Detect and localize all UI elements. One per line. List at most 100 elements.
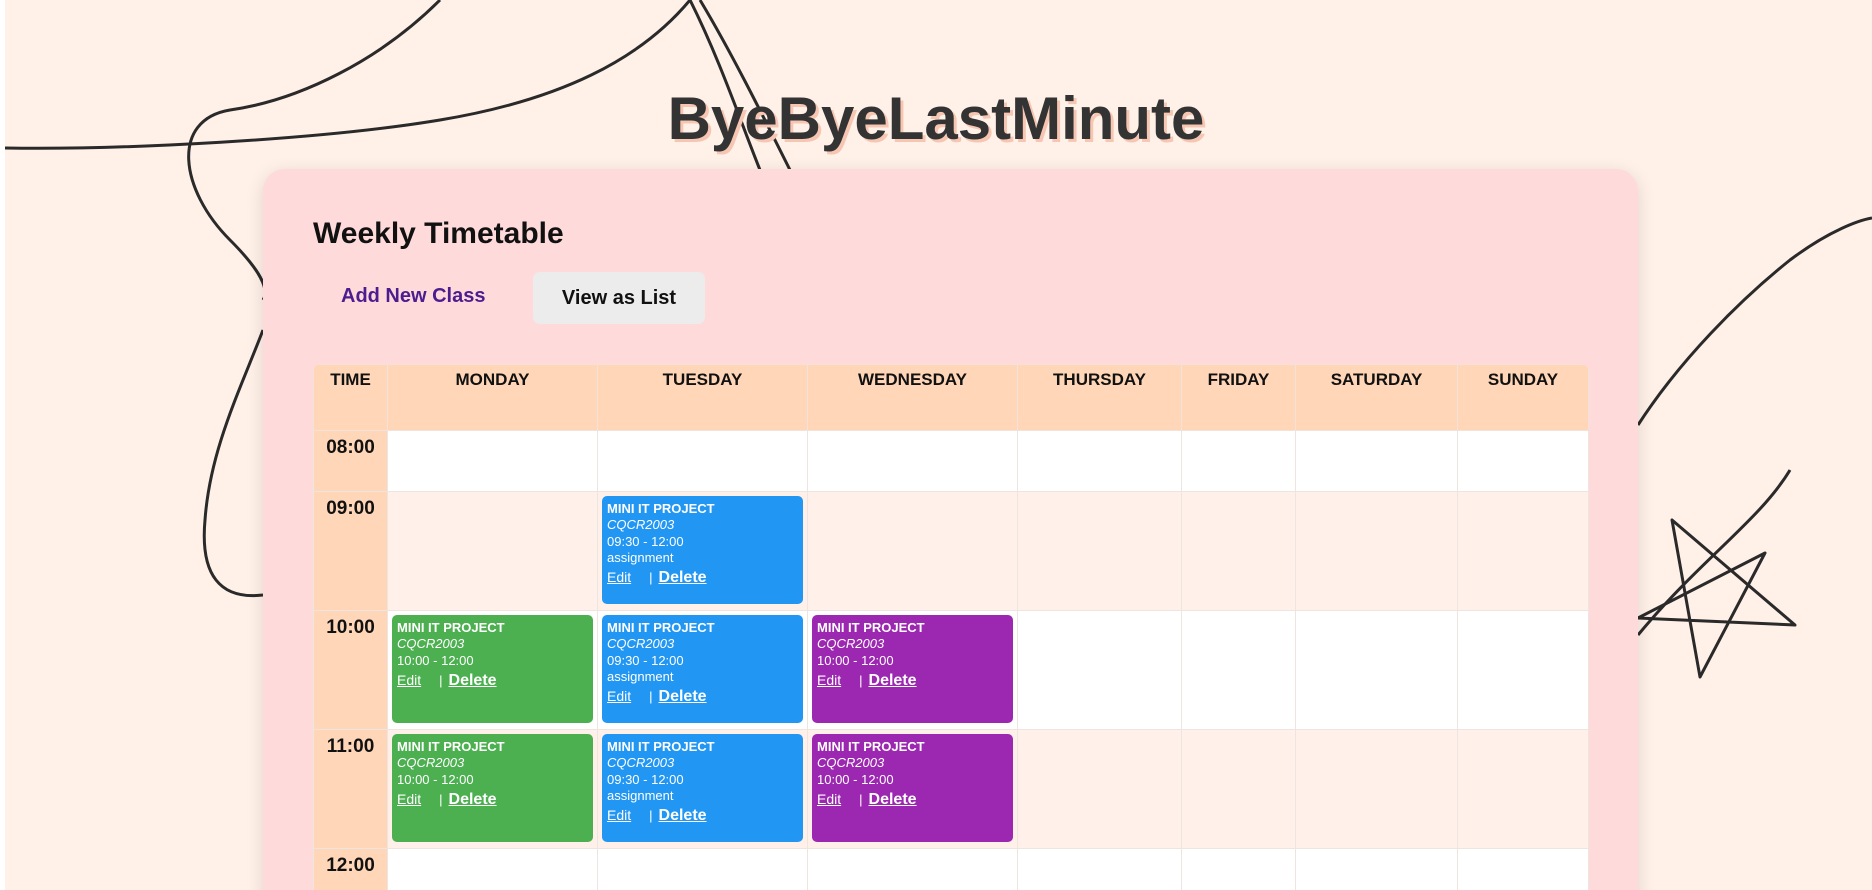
slot-cell[interactable] [597,848,808,890]
slot-cell: MINI IT PROJECT CQCR2003 10:00 - 12:00 E… [807,610,1018,730]
class-time: 09:30 - 12:00 [607,771,684,787]
slot-cell[interactable] [1017,848,1182,890]
delete-link[interactable]: Delete [449,791,497,808]
class-card[interactable]: MINI IT PROJECT CQCR2003 09:30 - 12:00 a… [602,496,803,604]
slot-cell[interactable] [1181,430,1296,492]
class-code: CQCR2003 [817,636,885,652]
edit-link[interactable]: Edit [817,791,841,807]
action-separator: | [859,672,863,688]
slot-cell[interactable] [807,848,1018,890]
class-card[interactable]: MINI IT PROJECT CQCR2003 09:30 - 12:00 a… [602,734,803,842]
row-0800: 08:00 [313,430,1589,492]
class-card[interactable]: MINI IT PROJECT CQCR2003 10:00 - 12:00 E… [812,615,1013,723]
class-name: MINI IT PROJECT [397,739,505,754]
slot-cell[interactable] [1017,610,1182,730]
class-code: CQCR2003 [397,636,465,652]
edit-link[interactable]: Edit [397,791,421,807]
class-time: 10:00 - 12:00 [397,652,474,668]
panel-title: Weekly Timetable [313,217,564,250]
time-label: 09:00 [313,491,388,611]
slot-cell: MINI IT PROJECT CQCR2003 09:30 - 12:00 a… [597,610,808,730]
add-new-class-link[interactable]: Add New Class [341,285,485,308]
slot-cell[interactable] [807,491,1018,611]
slot-cell[interactable] [387,848,598,890]
class-code: CQCR2003 [607,636,675,652]
header-sunday: SUNDAY [1457,364,1589,431]
class-note: assignment [607,549,674,565]
class-code: CQCR2003 [607,517,675,533]
time-label: 12:00 [313,848,388,890]
page: ByeByeLastMinute Weekly Timetable Add Ne… [0,0,1872,890]
slot-cell[interactable] [387,430,598,492]
view-as-list-button[interactable]: View as List [533,272,705,324]
timetable-grid: TIME MONDAY TUESDAY WEDNESDAY THURSDAY F… [313,364,1589,890]
header-time: TIME [313,364,388,431]
class-code: CQCR2003 [607,755,675,771]
slot-cell[interactable] [1295,848,1458,890]
class-name: MINI IT PROJECT [607,739,715,754]
class-time: 10:00 - 12:00 [817,771,894,787]
app-title: ByeByeLastMinute [667,85,1205,152]
delete-link[interactable]: Delete [659,569,707,586]
slot-cell: MINI IT PROJECT CQCR2003 09:30 - 12:00 a… [597,491,808,611]
edit-link[interactable]: Edit [817,672,841,688]
slot-cell[interactable] [1457,848,1589,890]
delete-link[interactable]: Delete [869,791,917,808]
slot-cell[interactable] [807,430,1018,492]
class-actions: Edit | Delete [607,806,798,826]
action-separator: | [859,791,863,807]
edit-link[interactable]: Edit [607,569,631,585]
slot-cell[interactable] [1295,430,1458,492]
row-1000: 10:00 MINI IT PROJECT CQCR2003 10:00 - 1… [313,610,1589,730]
class-card[interactable]: MINI IT PROJECT CQCR2003 10:00 - 12:00 E… [812,734,1013,842]
slot-cell[interactable] [1017,491,1182,611]
edit-link[interactable]: Edit [397,672,421,688]
slot-cell[interactable] [1457,430,1589,492]
delete-link[interactable]: Delete [659,807,707,824]
delete-link[interactable]: Delete [449,672,497,689]
slot-cell[interactable] [1295,491,1458,611]
slot-cell[interactable] [1017,729,1182,849]
header-monday: MONDAY [387,364,598,431]
header-friday: FRIDAY [1181,364,1296,431]
action-separator: | [649,808,653,823]
class-note: assignment [607,668,674,684]
slot-cell[interactable] [1181,729,1296,849]
slot-cell[interactable] [1181,491,1296,611]
class-time: 09:30 - 12:00 [607,533,684,549]
slot-cell[interactable] [1457,491,1589,611]
class-actions: Edit | Delete [397,790,588,810]
header-thursday: THURSDAY [1017,364,1182,431]
slot-cell[interactable] [597,430,808,492]
slot-cell: MINI IT PROJECT CQCR2003 10:00 - 12:00 E… [807,729,1018,849]
row-1100: 11:00 MINI IT PROJECT CQCR2003 10:00 - 1… [313,729,1589,849]
class-name: MINI IT PROJECT [607,620,715,635]
class-time: 10:00 - 12:00 [397,771,474,787]
class-actions: Edit | Delete [607,568,798,588]
edit-link[interactable]: Edit [607,807,631,823]
time-label: 11:00 [313,729,388,849]
action-separator: | [649,689,653,704]
slot-cell[interactable] [1017,430,1182,492]
slot-cell[interactable] [387,491,598,611]
action-separator: | [439,791,443,807]
slot-cell[interactable] [1181,610,1296,730]
class-note: assignment [607,787,674,803]
slot-cell[interactable] [1457,729,1589,849]
action-separator: | [649,570,653,585]
header-row: TIME MONDAY TUESDAY WEDNESDAY THURSDAY F… [313,364,1589,431]
delete-link[interactable]: Delete [659,688,707,705]
slot-cell[interactable] [1295,610,1458,730]
delete-link[interactable]: Delete [869,672,917,689]
class-actions: Edit | Delete [817,671,1008,691]
slot-cell[interactable] [1181,848,1296,890]
class-card[interactable]: MINI IT PROJECT CQCR2003 10:00 - 12:00 E… [392,615,593,723]
class-name: MINI IT PROJECT [817,620,925,635]
class-card[interactable]: MINI IT PROJECT CQCR2003 10:00 - 12:00 E… [392,734,593,842]
class-code: CQCR2003 [817,755,885,771]
edit-link[interactable]: Edit [607,688,631,704]
slot-cell[interactable] [1457,610,1589,730]
class-time: 10:00 - 12:00 [817,652,894,668]
slot-cell[interactable] [1295,729,1458,849]
class-card[interactable]: MINI IT PROJECT CQCR2003 09:30 - 12:00 a… [602,615,803,723]
